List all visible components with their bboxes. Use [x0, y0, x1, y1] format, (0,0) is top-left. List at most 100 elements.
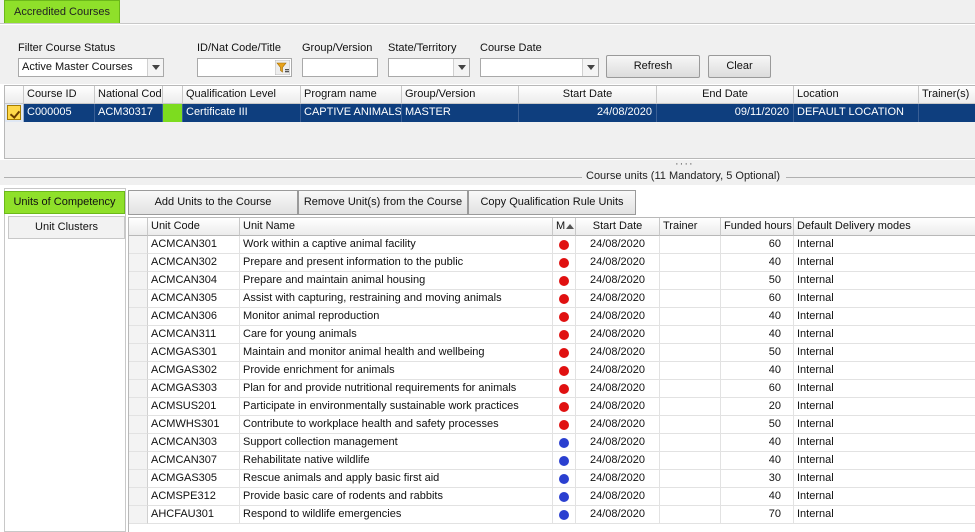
col-group-version[interactable]: Group/Version	[402, 86, 519, 104]
table-row[interactable]: ACMSPE312 Provide basic care of rodents a…	[129, 488, 975, 506]
chevron-down-icon[interactable]	[582, 59, 598, 76]
col-unit-start-date[interactable]: Start Date	[576, 218, 660, 236]
unit-code: ACMGAS301	[148, 344, 240, 362]
col-funded-hours[interactable]: Funded hours	[721, 218, 794, 236]
top-tab-bar: Accredited Courses	[0, 0, 975, 24]
row-selector[interactable]	[129, 344, 148, 362]
table-row[interactable]: ACMCAN305 Assist with capturing, restrain…	[129, 290, 975, 308]
table-row[interactable]: ACMGAS303 Plan for and provide nutritiona…	[129, 380, 975, 398]
clear-button[interactable]: Clear	[708, 55, 771, 78]
col-trainer[interactable]: Trainer	[660, 218, 721, 236]
course-id: C000005	[24, 104, 95, 122]
col-unit-code[interactable]: Unit Code	[148, 218, 240, 236]
table-row[interactable]: ACMGAS301 Maintain and monitor animal hea…	[129, 344, 975, 362]
chevron-down-icon[interactable]	[453, 59, 469, 76]
table-row[interactable]: ACMCAN303 Support collection management 24…	[129, 434, 975, 452]
row-selector[interactable]	[129, 362, 148, 380]
row-selector[interactable]	[129, 398, 148, 416]
sort-ascending-icon[interactable]	[566, 224, 574, 229]
row-selector[interactable]	[129, 452, 148, 470]
unit-start-date: 24/08/2020	[576, 326, 660, 344]
row-selector[interactable]	[129, 416, 148, 434]
unit-code: ACMCAN306	[148, 308, 240, 326]
group-version-input[interactable]	[302, 58, 378, 77]
col-course-id[interactable]: Course ID	[24, 86, 95, 104]
table-row[interactable]: ACMGAS305 Rescue animals and apply basic …	[129, 470, 975, 488]
funded-hours: 40	[721, 362, 794, 380]
tab-unit-clusters[interactable]: Unit Clusters	[8, 216, 125, 239]
col-delivery-modes[interactable]: Default Delivery modes	[794, 218, 975, 236]
unit-code: ACMCAN304	[148, 272, 240, 290]
copy-qualification-rule-units-button[interactable]: Copy Qualification Rule Units	[468, 190, 636, 215]
tab-accredited-courses[interactable]: Accredited Courses	[4, 0, 120, 23]
panel-splitter[interactable]: ···· Course units (11 Mandatory, 5 Optio…	[0, 159, 975, 185]
table-row[interactable]: ACMCAN304 Prepare and maintain animal hou…	[129, 272, 975, 290]
refresh-button[interactable]: Refresh	[606, 55, 700, 78]
unit-type	[553, 326, 576, 344]
row-selector[interactable]	[129, 254, 148, 272]
col-unit-name[interactable]: Unit Name	[240, 218, 553, 236]
unit-type	[553, 398, 576, 416]
unit-name: Provide enrichment for animals	[240, 362, 553, 380]
add-units-button[interactable]: Add Units to the Course	[128, 190, 298, 215]
state-territory-select[interactable]	[388, 58, 470, 77]
unit-trainer	[660, 272, 721, 290]
unit-type	[553, 236, 576, 254]
row-selector[interactable]	[129, 506, 148, 524]
col-status[interactable]	[163, 86, 183, 104]
row-selector[interactable]	[129, 380, 148, 398]
col-program-name[interactable]: Program name	[301, 86, 402, 104]
table-row[interactable]: ACMGAS302 Provide enrichment for animals 2…	[129, 362, 975, 380]
col-trainers[interactable]: Trainer(s)	[919, 86, 975, 104]
delivery-mode: Internal	[794, 254, 975, 272]
course-row-selected[interactable]: C000005 ACM30317 Certificate III CAPTIVE…	[5, 104, 975, 122]
unit-trainer	[660, 308, 721, 326]
optional-indicator-icon	[559, 474, 569, 484]
col-national-code[interactable]: National Code	[95, 86, 163, 104]
col-end-date[interactable]: End Date	[657, 86, 794, 104]
row-selector[interactable]	[129, 272, 148, 290]
table-row[interactable]: ACMCAN307 Rehabilitate native wildlife 24/…	[129, 452, 975, 470]
col-mandatory[interactable]: M	[553, 218, 576, 236]
chevron-down-icon[interactable]	[147, 59, 163, 76]
remove-units-button[interactable]: Remove Unit(s) from the Course	[298, 190, 468, 215]
row-header-corner	[129, 218, 148, 236]
row-selector[interactable]	[129, 236, 148, 254]
table-row[interactable]: ACMCAN301 Work within a captive animal fa…	[129, 236, 975, 254]
table-row[interactable]: ACMWHS301 Contribute to workplace health …	[129, 416, 975, 434]
row-selector[interactable]	[129, 434, 148, 452]
unit-start-date: 24/08/2020	[576, 362, 660, 380]
delivery-mode: Internal	[794, 452, 975, 470]
qualification-level: Certificate III	[183, 104, 301, 122]
row-selector[interactable]	[129, 488, 148, 506]
course-date-picker[interactable]	[480, 58, 599, 77]
row-selector[interactable]	[129, 326, 148, 344]
tab-units-of-competency[interactable]: Units of Competency	[4, 191, 125, 214]
col-location[interactable]: Location	[794, 86, 919, 104]
delivery-mode: Internal	[794, 326, 975, 344]
unit-trainer	[660, 380, 721, 398]
funded-hours: 30	[721, 470, 794, 488]
row-selector[interactable]	[5, 104, 24, 122]
unit-start-date: 24/08/2020	[576, 344, 660, 362]
unit-type	[553, 254, 576, 272]
table-row[interactable]: ACMSUS201 Participate in environmentally …	[129, 398, 975, 416]
table-row[interactable]: ACMCAN306 Monitor animal reproduction 24/0…	[129, 308, 975, 326]
delivery-mode: Internal	[794, 488, 975, 506]
row-selector[interactable]	[129, 308, 148, 326]
unit-name: Contribute to workplace health and safet…	[240, 416, 553, 434]
id-search-input[interactable]	[197, 58, 292, 77]
delivery-mode: Internal	[794, 380, 975, 398]
col-start-date[interactable]: Start Date	[519, 86, 657, 104]
delivery-mode: Internal	[794, 308, 975, 326]
row-selector[interactable]	[129, 290, 148, 308]
filter-status-select[interactable]: Active Master Courses	[18, 58, 164, 77]
splitter-grip-icon[interactable]: ····	[675, 159, 694, 170]
filter-icon[interactable]	[275, 60, 290, 75]
table-row[interactable]: AHCFAU301 Respond to wildlife emergencies…	[129, 506, 975, 524]
row-selector[interactable]	[129, 470, 148, 488]
col-qualification-level[interactable]: Qualification Level	[183, 86, 301, 104]
table-row[interactable]: ACMCAN302 Prepare and present information…	[129, 254, 975, 272]
table-row[interactable]: ACMCAN311 Care for young animals 24/08/202…	[129, 326, 975, 344]
location: DEFAULT LOCATION	[794, 104, 919, 122]
